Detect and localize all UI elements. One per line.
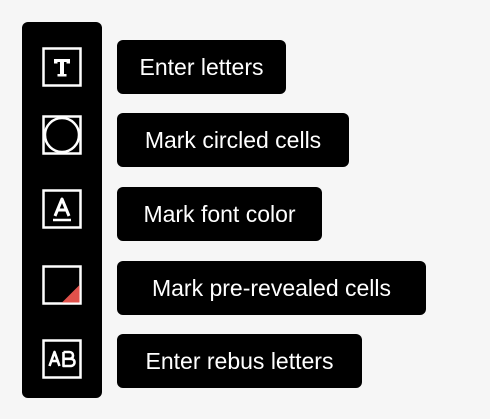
tooltip-mark-pre-revealed-cells: Mark pre-revealed cells	[117, 261, 426, 315]
font-color-a-icon[interactable]	[42, 189, 82, 229]
tooltip-mark-font-color: Mark font color	[117, 187, 322, 241]
tooltip-enter-rebus-letters: Enter rebus letters	[117, 334, 362, 388]
circle-icon[interactable]	[42, 115, 82, 155]
tooltip-enter-letters: Enter letters	[117, 40, 286, 94]
text-t-icon[interactable]	[42, 47, 82, 87]
rebus-ab-icon[interactable]	[42, 339, 82, 379]
tool-sidebar	[22, 22, 102, 398]
tooltip-mark-circled-cells: Mark circled cells	[117, 113, 349, 167]
pre-revealed-cell-icon[interactable]	[42, 265, 82, 305]
